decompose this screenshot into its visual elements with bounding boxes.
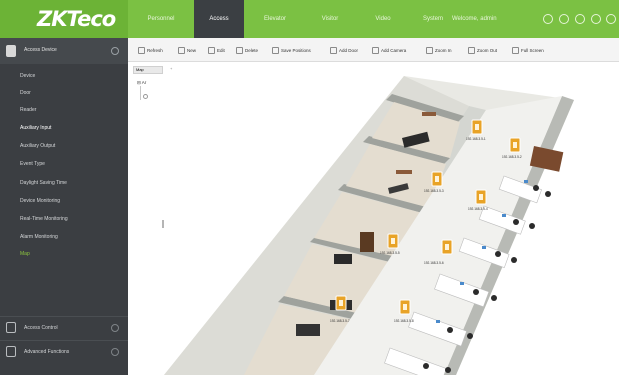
- sidebar-module-access-control[interactable]: Access Control: [0, 316, 128, 338]
- sidebar: Access Device Device Door Reader Auxilia…: [0, 38, 128, 375]
- edit-button[interactable]: Edit: [208, 45, 225, 55]
- nav-elevator[interactable]: Elevator: [250, 0, 300, 38]
- new-button[interactable]: New: [178, 45, 196, 55]
- door-label: 192.168.3.5-2: [502, 155, 522, 159]
- sidebar-item-map[interactable]: Map: [20, 251, 30, 257]
- full-screen-button[interactable]: Full Screen: [512, 45, 544, 55]
- zoom-in-button[interactable]: Zoom In: [426, 45, 452, 55]
- delete-icon: [236, 46, 243, 54]
- door-marker[interactable]: 192.168.3.5-4: [468, 189, 488, 211]
- sidebar-item-alarm-monitoring[interactable]: Alarm Monitoring: [20, 234, 58, 240]
- sidebar-item-auxiliary-output[interactable]: Auxiliary Output: [20, 143, 55, 149]
- nav-access[interactable]: Access: [194, 0, 244, 38]
- save-positions-button[interactable]: Save Positions: [272, 45, 311, 55]
- zoom-in-icon: [426, 46, 433, 54]
- sidebar-item-event-type[interactable]: Event Type: [20, 161, 45, 167]
- nav-personnel[interactable]: Personnel: [136, 0, 186, 38]
- door-marker[interactable]: 192.168.3.5-1: [466, 119, 486, 141]
- info-icon[interactable]: [575, 14, 585, 24]
- door-marker[interactable]: 192.168.3.5-6: [424, 239, 453, 265]
- top-bar: ZKTeco Personnel Access Elevator Visitor…: [0, 0, 619, 38]
- door-markers-layer: 192.168.3.5-1 192.168.3.5-2 192.168.3.5-…: [330, 119, 522, 323]
- nav-video[interactable]: Video: [358, 0, 408, 38]
- sidebar-module-title: Access Device: [24, 47, 57, 53]
- door-label: 192.168.3.5-1: [466, 137, 486, 141]
- map-canvas[interactable]: 192.168.3.5-1 192.168.3.5-2 192.168.3.5-…: [164, 76, 619, 375]
- door-marker[interactable]: 192.168.3.5-5: [380, 233, 400, 255]
- logout-icon[interactable]: [606, 14, 616, 24]
- sidebar-module-advanced-functions[interactable]: Advanced Functions: [0, 340, 128, 362]
- refresh-icon: [138, 46, 145, 54]
- tree-connector: [140, 86, 141, 100]
- door-label: 192.168.3.5-7: [330, 319, 350, 323]
- door-marker[interactable]: 192.168.3.5-7: [330, 295, 350, 323]
- door-label: 192.168.3.5-6: [424, 261, 444, 265]
- door-label: 192.168.3.5-4: [468, 207, 488, 211]
- full-screen-icon: [512, 46, 519, 54]
- sidebar-item-device[interactable]: Device: [20, 73, 35, 79]
- add-map-tab[interactable]: +: [170, 66, 178, 74]
- zoom-out-icon: [468, 46, 475, 54]
- new-icon: [178, 46, 185, 54]
- gear-icon[interactable]: [111, 324, 119, 332]
- refresh-button[interactable]: Refresh: [138, 45, 163, 55]
- edit-icon: [208, 46, 215, 54]
- logo-area: ZKTeco: [0, 0, 128, 38]
- lock-icon: [6, 322, 16, 333]
- gear-icon[interactable]: [111, 348, 119, 356]
- toolbar: Refresh New Edit Delete Save Positions A…: [128, 38, 619, 62]
- device-icon: [6, 45, 16, 57]
- sidebar-module-header[interactable]: Access Device: [0, 38, 128, 64]
- sidebar-item-reader[interactable]: Reader: [20, 107, 36, 113]
- refresh-icon[interactable]: [591, 14, 601, 24]
- nav-system[interactable]: System: [408, 0, 458, 38]
- sidebar-module-label: Advanced Functions: [24, 349, 70, 355]
- advanced-icon: [6, 346, 16, 357]
- tab-map[interactable]: Map: [133, 66, 163, 74]
- door-label: 192.168.3.5-8: [394, 319, 414, 323]
- user-greeting[interactable]: Welcome, admin: [452, 0, 497, 38]
- door-marker[interactable]: 192.168.3.5-3: [424, 171, 444, 193]
- door-marker[interactable]: 192.168.3.5-2: [502, 137, 522, 159]
- sidebar-item-door[interactable]: Door: [20, 90, 31, 96]
- door-icon: [330, 46, 337, 54]
- sidebar-item-daylight-saving-time[interactable]: Daylight Saving Time: [20, 180, 67, 186]
- logo: ZKTeco: [37, 7, 116, 31]
- sidebar-module-label: Access Control: [24, 325, 58, 331]
- sidebar-item-real-time-monitoring[interactable]: Real-Time Monitoring: [20, 216, 68, 222]
- door-label: 192.168.3.5-5: [380, 251, 400, 255]
- help-icon[interactable]: [543, 14, 553, 24]
- save-icon: [272, 46, 279, 54]
- map-node-icon[interactable]: [143, 94, 148, 99]
- tree-root-node[interactable]: ⊟ Ar: [137, 80, 146, 86]
- camera-icon: [372, 46, 379, 54]
- settings-icon[interactable]: [559, 14, 569, 24]
- nav-visitor[interactable]: Visitor: [305, 0, 355, 38]
- gear-icon[interactable]: [111, 47, 119, 55]
- sidebar-item-device-monitoring[interactable]: Device Monitoring: [20, 198, 60, 204]
- delete-button[interactable]: Delete: [236, 45, 258, 55]
- door-label: 192.168.3.5-3: [424, 189, 444, 193]
- door-marker[interactable]: 192.168.3.5-8: [394, 299, 414, 323]
- add-door-button[interactable]: Add Door: [330, 45, 358, 55]
- add-camera-button[interactable]: Add Camera: [372, 45, 406, 55]
- zoom-out-button[interactable]: Zoom Out: [468, 45, 497, 55]
- sidebar-item-auxiliary-input[interactable]: Auxiliary Input: [20, 125, 51, 131]
